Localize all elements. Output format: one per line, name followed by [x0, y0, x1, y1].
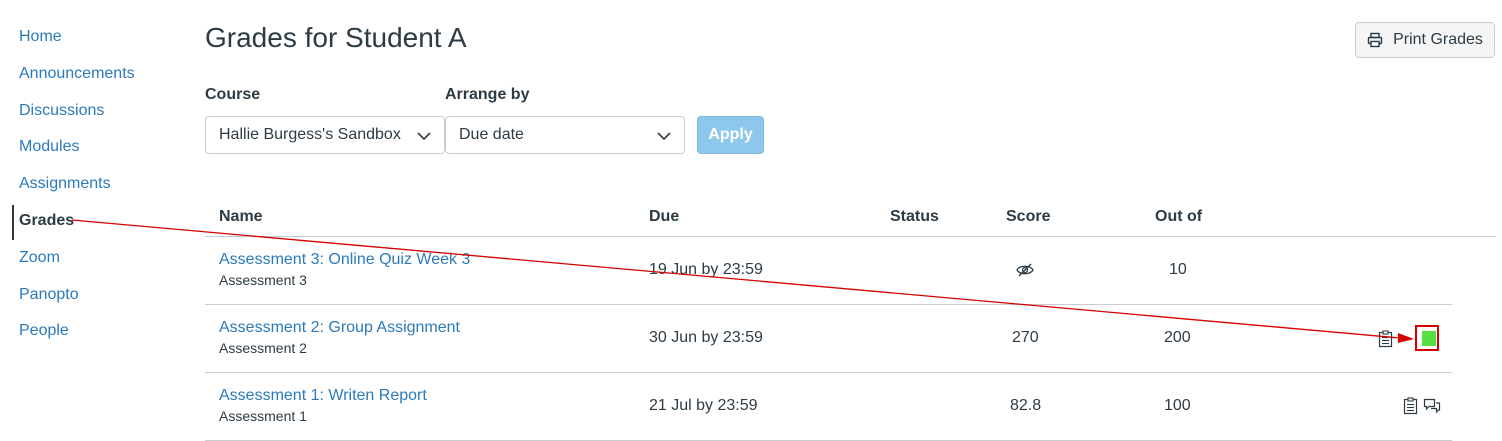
- nav-panopto[interactable]: Panopto: [19, 286, 79, 304]
- column-header-out-of: Out of: [1155, 208, 1203, 225]
- arrange-label: Arrange by: [445, 86, 530, 103]
- chevron-down-icon: [417, 132, 431, 141]
- printer-icon: [1367, 32, 1383, 48]
- course-select[interactable]: Hallie Burgess's Sandbox: [205, 116, 445, 154]
- due-date: 30 Jun by 23:59: [649, 329, 763, 346]
- nav-active-indicator: [12, 205, 14, 240]
- due-date: 19 Jun by 23:59: [649, 261, 763, 278]
- table-row: Assessment 3: Online Quiz Week 3 Assessm…: [205, 237, 1452, 305]
- score-value: 270: [1012, 329, 1039, 346]
- score-value: 82.8: [1010, 397, 1042, 414]
- eye-hidden-icon: [1016, 263, 1034, 277]
- out-of-value: 10: [1169, 261, 1187, 278]
- chevron-down-icon: [657, 132, 671, 141]
- column-header-score: Score: [1006, 208, 1051, 225]
- assignment-link[interactable]: Assessment 1: Writen Report: [219, 387, 427, 405]
- column-header-due: Due: [649, 208, 680, 225]
- page-title: Grades for Student A: [205, 22, 467, 53]
- out-of-value: 100: [1164, 397, 1191, 414]
- column-header-status: Status: [890, 208, 939, 225]
- assignment-group: Assessment 1: [219, 408, 307, 424]
- arrange-select-value: Due date: [459, 126, 524, 143]
- table-row: Assessment 1: Writen Report Assessment 1…: [205, 373, 1452, 441]
- course-label: Course: [205, 86, 261, 103]
- nav-zoom[interactable]: Zoom: [19, 249, 60, 267]
- assignment-group: Assessment 2: [219, 340, 307, 356]
- comments-icon[interactable]: [1423, 397, 1441, 415]
- course-select-value: Hallie Burgess's Sandbox: [219, 126, 401, 143]
- assignment-link[interactable]: Assessment 2: Group Assignment: [219, 319, 460, 337]
- nav-grades[interactable]: Grades: [19, 212, 74, 230]
- nav-announcements[interactable]: Announcements: [19, 65, 135, 83]
- rubric-icon[interactable]: [1402, 397, 1420, 415]
- nav-discussions[interactable]: Discussions: [19, 102, 104, 120]
- nav-modules[interactable]: Modules: [19, 138, 79, 156]
- highlight-box: [1415, 325, 1439, 351]
- print-grades-label: Print Grades: [1393, 31, 1483, 48]
- nav-people[interactable]: People: [19, 322, 69, 340]
- arrange-select[interactable]: Due date: [445, 116, 685, 154]
- assignment-link[interactable]: Assessment 3: Online Quiz Week 3: [219, 251, 470, 269]
- rubric-icon[interactable]: [1377, 330, 1395, 348]
- column-header-name: Name: [219, 208, 263, 225]
- nav-assignments[interactable]: Assignments: [19, 175, 111, 193]
- course-nav: Home Announcements Discussions Modules A…: [0, 0, 190, 441]
- apply-button[interactable]: Apply: [697, 116, 764, 154]
- nav-home[interactable]: Home: [19, 28, 62, 46]
- assignment-group: Assessment 3: [219, 272, 307, 288]
- table-row: Assessment 2: Group Assignment Assessmen…: [205, 305, 1452, 373]
- due-date: 21 Jul by 23:59: [649, 397, 758, 414]
- out-of-value: 200: [1164, 329, 1191, 346]
- print-grades-button[interactable]: Print Grades: [1355, 22, 1495, 58]
